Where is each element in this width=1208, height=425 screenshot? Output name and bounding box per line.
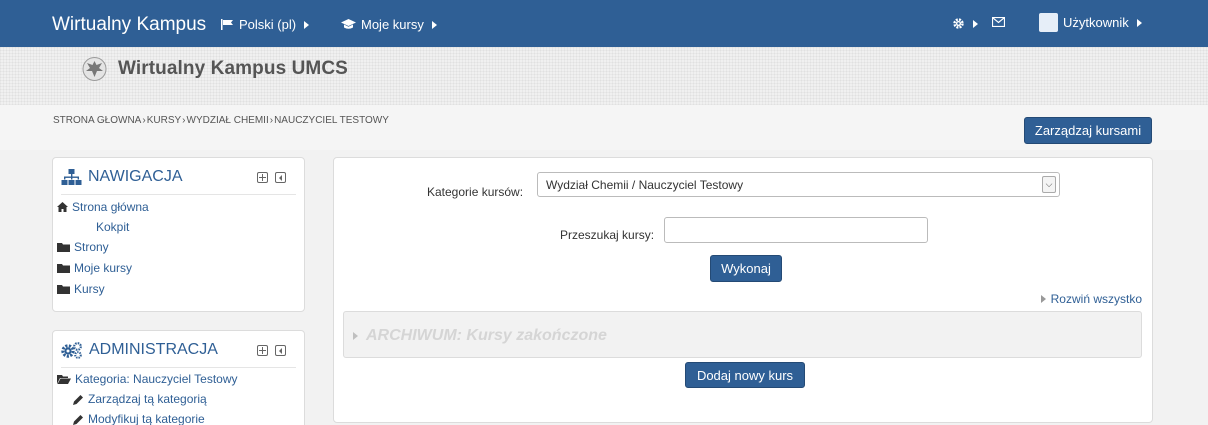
- eagle-emblem-icon: [82, 57, 107, 81]
- admin-item-label: Modyfikuj tą kategorie: [88, 412, 205, 425]
- dock-icon[interactable]: [275, 345, 286, 356]
- nav-item-label: Strony: [74, 240, 109, 254]
- user-menu[interactable]: Użytkownik: [1039, 13, 1142, 32]
- caret-right-icon: [353, 332, 358, 340]
- nav-item-courses[interactable]: Kursy: [57, 282, 105, 296]
- add-course-button[interactable]: Dodaj nowy kurs: [685, 362, 805, 388]
- admin-item-label: Kategoria: Nauczyciel Testowy: [75, 372, 238, 386]
- breadcrumb: STRONA GŁOWNA›KURSY›WYDZIAŁ CHEMII›NAUCZ…: [53, 115, 389, 126]
- navigation-title-label: NAWIGACJA: [88, 168, 183, 185]
- sitemap-icon: [61, 168, 82, 185]
- breadcrumb-separator: ›: [269, 115, 274, 126]
- folder-icon: [57, 243, 70, 252]
- language-menu[interactable]: Polski (pl): [221, 17, 310, 32]
- search-label: Przeszukaj kursy:: [560, 228, 655, 242]
- my-courses-label: Moje kursy: [361, 17, 424, 32]
- admin-item-label: Zarządzaj tą kategorią: [88, 392, 207, 406]
- dock-icon[interactable]: [275, 172, 286, 183]
- gear-icon: [953, 18, 964, 29]
- divider: [61, 194, 296, 195]
- home-icon: [57, 202, 68, 212]
- navigation-block: NAWIGACJA Strona główna Kokpit Strony Mo…: [52, 157, 305, 312]
- logo-text: Wirtualny Kampus UMCS: [118, 58, 348, 79]
- user-name: Użytkownik: [1063, 15, 1129, 30]
- category-select[interactable]: Wydział Chemii / Nauczyciel Testowy ⌵: [537, 172, 1060, 197]
- my-courses-menu[interactable]: Moje kursy: [341, 17, 437, 32]
- cogs-icon: [61, 341, 82, 359]
- pencil-icon: [73, 394, 83, 405]
- category-row-archive[interactable]: ARCHIWUM: Kursy zakończone: [343, 311, 1142, 358]
- flag-icon: [221, 19, 233, 30]
- archive-category-label: ARCHIWUM: Kursy zakończone: [366, 327, 607, 344]
- nav-item-label: Moje kursy: [74, 261, 133, 275]
- envelope-icon: [992, 17, 1005, 27]
- folder-icon: [57, 285, 70, 294]
- breadcrumb-separator: ›: [142, 115, 146, 126]
- language-label: Polski (pl): [239, 17, 297, 32]
- folder-icon: [57, 264, 70, 273]
- expand-icon[interactable]: [257, 345, 268, 356]
- expand-all-label: Rozwiń wszystko: [1050, 292, 1142, 306]
- category-label: Kategorie kursów:: [427, 185, 524, 199]
- category-selected-value: Wydział Chemii / Nauczyciel Testowy: [546, 178, 744, 192]
- breadcrumb-item-home[interactable]: STRONA GŁOWNA: [53, 115, 141, 126]
- nav-item-my-courses[interactable]: Moje kursy: [57, 261, 132, 275]
- chevron-down-icon: ⌵: [1042, 176, 1056, 193]
- caret-right-icon: [1136, 18, 1142, 27]
- admin-item-edit-category[interactable]: Modyfikuj tą kategorie: [73, 412, 205, 425]
- caret-right-icon: [1040, 295, 1046, 303]
- nav-item-home[interactable]: Strona główna: [57, 200, 149, 214]
- site-logo[interactable]: Wirtualny Kampus UMCS: [78, 56, 348, 82]
- administration-block-title: ADMINISTRACJA: [61, 341, 218, 359]
- nav-item-label: Kursy: [74, 282, 105, 296]
- settings-menu[interactable]: [952, 17, 978, 30]
- avatar: [1039, 13, 1058, 32]
- caret-right-icon: [973, 19, 978, 28]
- site-header: Wirtualny Kampus UMCS: [0, 47, 1208, 105]
- divider: [61, 367, 296, 368]
- breadcrumb-item-courses[interactable]: KURSY: [147, 115, 181, 126]
- navigation-block-title: NAWIGACJA: [61, 168, 183, 186]
- block-controls: [257, 345, 286, 356]
- breadcrumb-item-current: NAUCZYCIEL TESTOWY: [274, 115, 389, 126]
- manage-courses-button[interactable]: Zarządzaj kursami: [1024, 117, 1152, 144]
- nav-item-pages[interactable]: Strony: [57, 240, 109, 254]
- search-button[interactable]: Wykonaj: [710, 255, 782, 282]
- search-input[interactable]: [664, 217, 928, 243]
- messages-button[interactable]: [992, 17, 1005, 27]
- pencil-icon: [73, 414, 83, 425]
- admin-item-manage-category[interactable]: Zarządzaj tą kategorią: [73, 392, 207, 406]
- administration-title-label: ADMINISTRACJA: [89, 341, 218, 358]
- administration-block: ADMINISTRACJA Kategoria: Nauczyciel Test…: [52, 330, 305, 425]
- graduation-cap-icon: [341, 19, 356, 29]
- caret-right-icon: [304, 20, 310, 29]
- course-category-panel: Kategorie kursów: Wydział Chemii / Naucz…: [333, 157, 1153, 423]
- block-controls: [257, 172, 286, 183]
- top-navbar: Wirtualny Kampus Polski (pl) Moje kursy …: [0, 0, 1208, 47]
- expand-all-link[interactable]: Rozwiń wszystko: [1040, 292, 1142, 306]
- nav-item-label: Strona główna: [72, 200, 149, 214]
- caret-right-icon: [431, 20, 437, 29]
- breadcrumb-separator: ›: [182, 115, 186, 126]
- folder-open-icon: [57, 375, 71, 384]
- breadcrumb-item-faculty[interactable]: WYDZIAŁ CHEMII: [187, 115, 269, 126]
- brand-link[interactable]: Wirtualny Kampus: [52, 14, 206, 36]
- expand-icon[interactable]: [257, 172, 268, 183]
- admin-item-category[interactable]: Kategoria: Nauczyciel Testowy: [57, 372, 238, 386]
- nav-item-dashboard[interactable]: Kokpit: [96, 220, 129, 234]
- nav-item-label: Kokpit: [96, 220, 130, 234]
